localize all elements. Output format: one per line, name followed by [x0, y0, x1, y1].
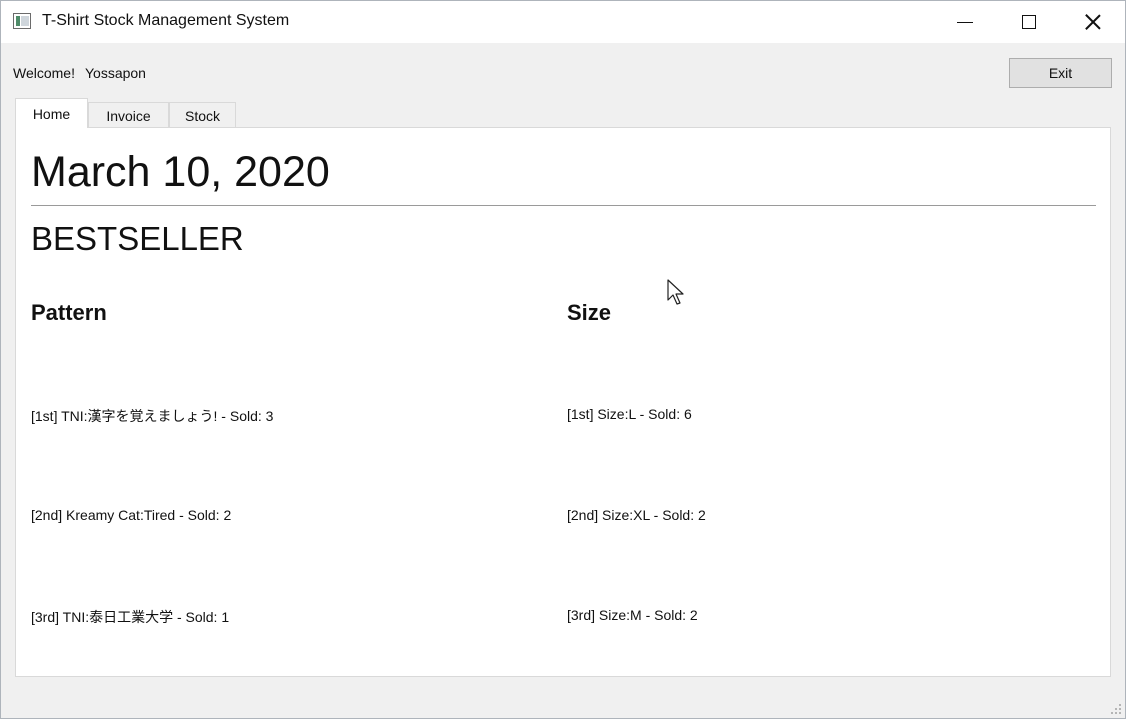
minimize-icon [957, 21, 973, 23]
home-panel: March 10, 2020 BESTSELLER Pattern Size [… [15, 127, 1111, 677]
size-rank-1: [1st] Size:L - Sold: 6 [567, 406, 692, 422]
pattern-rank-2: [2nd] Kreamy Cat:Tired - Sold: 2 [31, 507, 232, 523]
minimize-button[interactable] [933, 1, 997, 43]
app-window: T-Shirt Stock Management System Welcome!… [0, 0, 1126, 719]
resize-grip[interactable] [1111, 704, 1121, 714]
section-title: BESTSELLER [31, 220, 244, 257]
size-heading: Size [567, 300, 612, 325]
title-bar[interactable]: T-Shirt Stock Management System [1, 1, 1125, 43]
mouse-cursor-icon [667, 279, 684, 305]
tab-invoice[interactable]: Invoice [88, 102, 169, 128]
tab-stock[interactable]: Stock [169, 102, 236, 128]
close-button[interactable] [1061, 1, 1125, 43]
exit-button[interactable]: Exit [1009, 58, 1112, 88]
close-icon [1085, 14, 1101, 30]
maximize-icon [1022, 15, 1036, 29]
window-title: T-Shirt Stock Management System [42, 12, 290, 29]
pattern-heading: Pattern [31, 300, 107, 325]
user-name: Yossapon [84, 65, 146, 81]
maximize-button[interactable] [997, 1, 1061, 43]
pattern-rank-1: [1st] TNI:漢字を覚えましょう! - Sold: 3 [31, 408, 274, 424]
welcome-message: Welcome! Yossapon [13, 65, 146, 81]
tab-home[interactable]: Home [15, 98, 88, 128]
divider [31, 205, 1096, 206]
welcome-label: Welcome! [13, 65, 75, 81]
size-rank-3: [3rd] Size:M - Sold: 2 [567, 607, 698, 623]
size-rank-2: [2nd] Size:XL - Sold: 2 [567, 507, 706, 523]
pattern-rank-3: [3rd] TNI:泰日工業大学 - Sold: 1 [31, 609, 230, 625]
current-date: March 10, 2020 [31, 148, 330, 196]
app-icon [13, 13, 31, 29]
